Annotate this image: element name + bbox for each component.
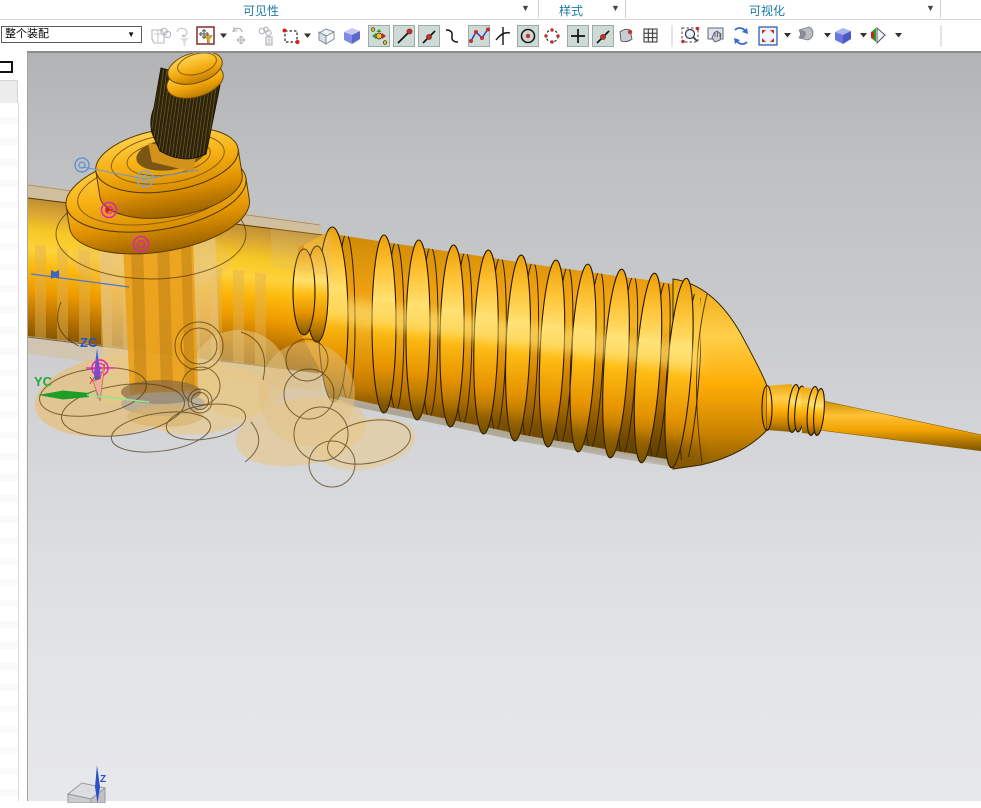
svg-text:ZC: ZC	[80, 335, 98, 350]
svg-text:YC: YC	[34, 374, 53, 389]
svg-text:Z: Z	[100, 774, 106, 785]
